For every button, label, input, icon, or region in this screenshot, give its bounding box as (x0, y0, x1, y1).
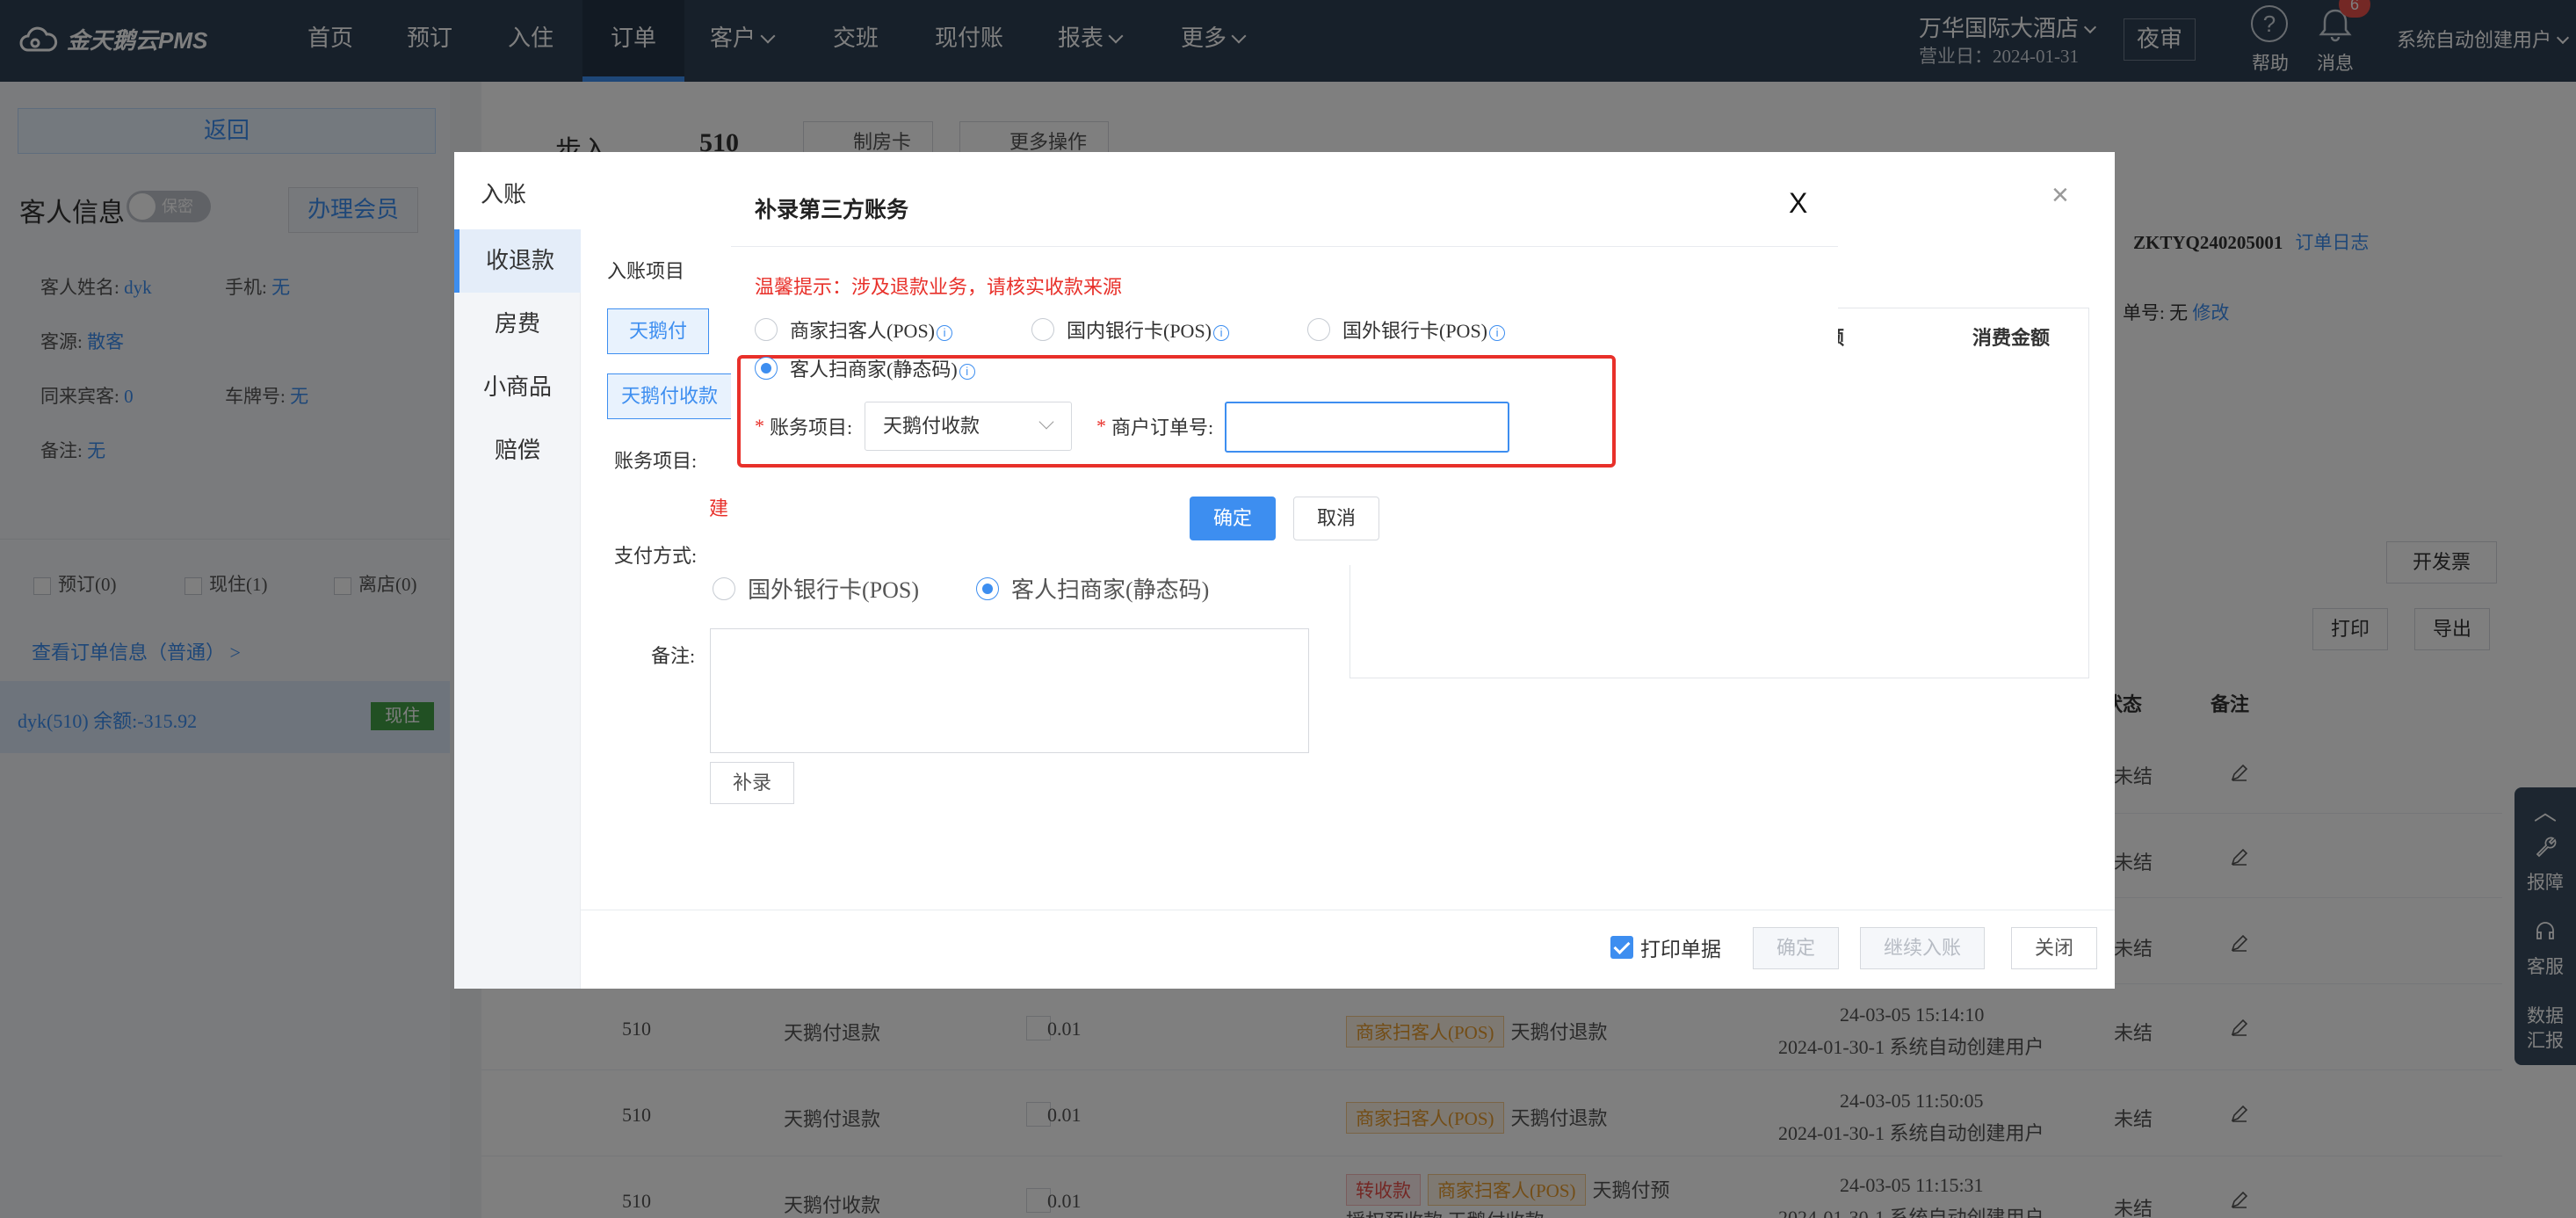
entry-confirm-button[interactable]: 确定 (1753, 927, 1839, 969)
account-item-label: 账务项目: (614, 450, 698, 472)
radio-foreign-card[interactable]: 国外银行卡(POS) (713, 572, 919, 605)
account-item-label: 账务项目: (770, 417, 853, 439)
radio-domestic-card[interactable]: 国内银行卡(POS) i (1031, 315, 1230, 344)
entry-dialog-title: 入账 (481, 182, 527, 207)
radio-button-selected[interactable] (755, 357, 778, 380)
tab-receipt-refund[interactable]: 收退款 (454, 229, 581, 293)
chevron-down-icon (1038, 414, 1054, 430)
continue-entry-button[interactable]: 继续入账 (1860, 927, 1985, 969)
info-icon[interactable]: i (959, 364, 975, 380)
merchant-order-field-label: * 商户订单号: (1096, 412, 1213, 440)
print-receipt-checkbox[interactable]: 打印单据 (1610, 932, 1721, 962)
info-icon[interactable]: i (937, 325, 953, 341)
close-icon[interactable]: × (2051, 178, 2069, 213)
account-item-select[interactable]: 天鹅付收款 (865, 402, 1072, 451)
radio-button[interactable] (1307, 318, 1330, 341)
close-icon[interactable]: X (1789, 187, 1807, 220)
entry-item-label: 入账项目 (607, 260, 685, 282)
radio-static-code[interactable]: 客人扫商家(静态码) (976, 572, 1209, 605)
remark-label: 备注: (651, 645, 696, 667)
remark-textarea[interactable] (710, 628, 1309, 753)
checkbox-checked[interactable] (1610, 936, 1633, 959)
radio-customer-scan-text: 客人扫商家(静态码) (790, 359, 958, 381)
info-icon[interactable]: i (1489, 325, 1506, 341)
radio-button[interactable] (713, 576, 735, 600)
account-item-value: 天鹅付收款 (883, 415, 980, 437)
title-divider (731, 246, 1838, 247)
radio-foreign-card-label: 国外银行卡(POS) (748, 577, 920, 603)
merchant-order-input[interactable] (1225, 402, 1509, 453)
supplement-button[interactable]: 补录 (710, 762, 794, 804)
cancel-button[interactable]: 取消 (1293, 497, 1379, 540)
entry-tabs: 收退款 房费 小商品 赔偿 (454, 229, 581, 989)
tianepay-button[interactable]: 天鹅付 (607, 308, 709, 354)
info-icon[interactable]: i (1213, 325, 1230, 341)
radio-merchant-scan-label: 商家扫客人(POS) i (790, 315, 953, 344)
radio-domestic-card-label: 国内银行卡(POS) i (1067, 315, 1230, 344)
merchant-order-label: 商户订单号: (1111, 417, 1214, 439)
third-party-dialog: 补录第三方账务 X 温馨提示：涉及退款业务，请核实收款来源 商家扫客人(POS)… (731, 168, 1838, 565)
third-party-dialog-title: 补录第三方账务 (755, 199, 909, 222)
print-receipt-label: 打印单据 (1640, 939, 1721, 961)
tab-compensation[interactable]: 赔偿 (454, 419, 581, 482)
tab-small-goods[interactable]: 小商品 (454, 356, 581, 419)
confirm-button[interactable]: 确定 (1190, 497, 1276, 540)
radio-button[interactable] (755, 318, 778, 341)
radio-merchant-scan[interactable]: 商家扫客人(POS) i (755, 315, 953, 344)
radio-foreign-card-text: 国外银行卡(POS) (1342, 320, 1488, 342)
radio-foreign-card-label: 国外银行卡(POS) i (1342, 315, 1506, 344)
column-header-consume-amount: 消费金额 (1972, 327, 2051, 349)
radio-domestic-card-text: 国内银行卡(POS) (1067, 320, 1212, 342)
tianepay-collect-button[interactable]: 天鹅付收款 (607, 373, 732, 419)
tab-room-fee[interactable]: 房费 (454, 293, 581, 356)
radio-button[interactable] (1031, 318, 1054, 341)
radio-button-selected[interactable] (976, 576, 999, 600)
radio-merchant-scan-text: 商家扫客人(POS) (790, 320, 936, 342)
pay-method-label: 支付方式: (614, 545, 698, 567)
radio-customer-scan-label: 客人扫商家(静态码) i (790, 354, 975, 382)
radio-static-code-label: 客人扫商家(静态码) (1011, 577, 1210, 603)
radio-customer-scan-static[interactable]: 客人扫商家(静态码) i (755, 354, 975, 382)
account-item-field-label: * 账务项目: (755, 412, 852, 440)
entry-close-button[interactable]: 关闭 (2011, 927, 2097, 969)
radio-foreign-card[interactable]: 国外银行卡(POS) i (1307, 315, 1506, 344)
warning-text: 温馨提示：涉及退款业务，请核实收款来源 (755, 276, 1123, 298)
hint-text: 建 (709, 497, 729, 519)
